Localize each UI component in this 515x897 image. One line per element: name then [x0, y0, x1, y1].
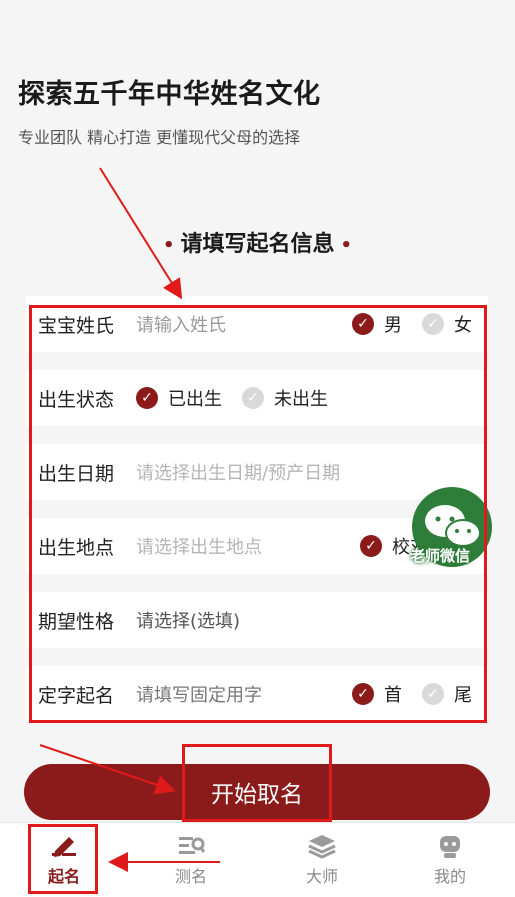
- annotation-arrows: [39, 167, 220, 872]
- arrow-to-button: [39, 744, 176, 795]
- arrow-to-form: [99, 167, 183, 300]
